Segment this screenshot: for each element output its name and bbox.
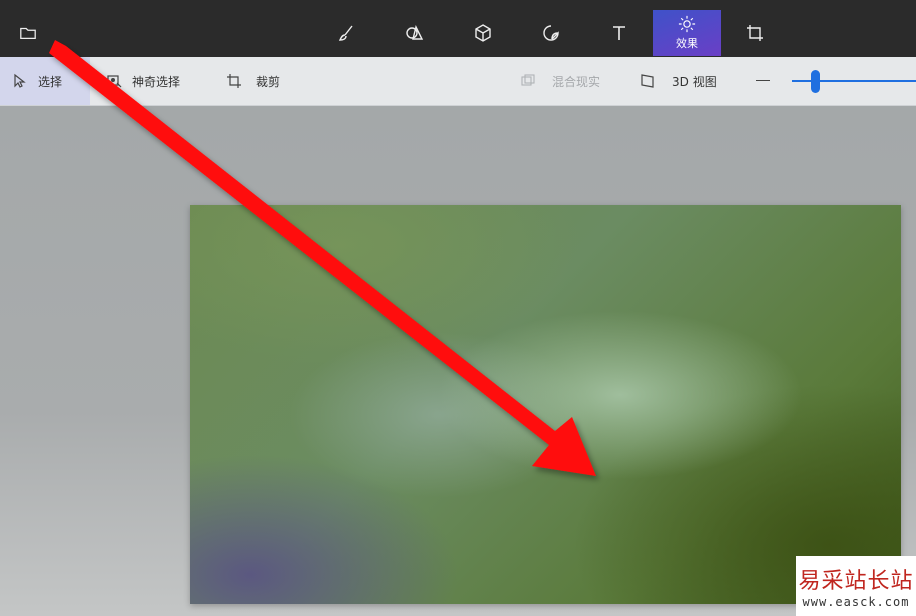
mixed-reality-icon (521, 74, 535, 86)
top-toolbar: 效果 (0, 0, 916, 57)
select-tool[interactable]: 选择 (0, 57, 90, 105)
canvas-icon (747, 25, 763, 41)
canvas-image (190, 205, 901, 604)
effects-icon (678, 15, 696, 33)
brush-button[interactable] (318, 10, 376, 56)
2d-shapes-button[interactable] (386, 10, 444, 56)
watermark-url: www.easck.com (802, 595, 910, 609)
effects-label: 效果 (676, 37, 698, 50)
magic-select-tool[interactable]: 神奇选择 (106, 57, 180, 105)
select-label: 选择 (38, 74, 63, 89)
mixed-reality-label: 混合现实 (552, 74, 601, 89)
effects-button[interactable]: 效果 (653, 10, 721, 56)
magic-select-label: 神奇选择 (132, 74, 181, 89)
cursor-icon (14, 73, 26, 88)
image-canvas[interactable] (190, 205, 901, 604)
crop-tool[interactable]: 裁剪 (226, 57, 280, 105)
3d-view-label: 3D 视图 (672, 74, 717, 89)
brush-icon (338, 25, 353, 41)
stickers-icon (543, 25, 559, 41)
text-icon (613, 26, 625, 40)
3d-view-icon (641, 74, 654, 88)
text-button[interactable] (590, 10, 648, 56)
3d-view-tool[interactable]: 3D 视图 (640, 57, 717, 105)
3d-shapes-button[interactable] (454, 10, 512, 56)
zoom-out-icon[interactable] (756, 80, 770, 81)
2d-shapes-icon (406, 24, 424, 40)
crop-icon (227, 74, 241, 88)
canvas-button[interactable] (726, 10, 784, 56)
stickers-button[interactable] (522, 10, 580, 56)
watermark-cn: 易采站长站 (798, 569, 914, 594)
magic-select-icon (107, 75, 122, 88)
zoom-slider-thumb[interactable] (811, 70, 820, 93)
folder-icon[interactable] (14, 20, 42, 46)
mixed-reality-tool[interactable]: 混合现实 (520, 57, 600, 105)
site-watermark: 易采站长站 www.easck.com (796, 556, 916, 616)
3d-shapes-icon (475, 24, 491, 42)
crop-label: 裁剪 (256, 74, 281, 89)
